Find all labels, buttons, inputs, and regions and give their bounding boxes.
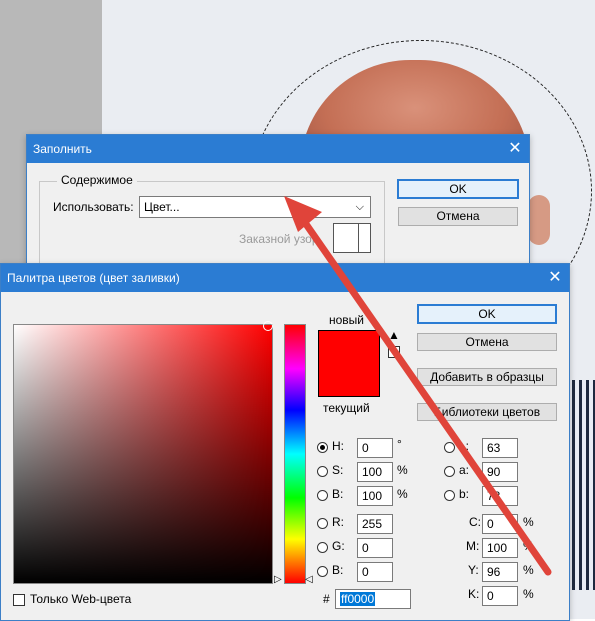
annotation-arrow — [284, 196, 552, 576]
